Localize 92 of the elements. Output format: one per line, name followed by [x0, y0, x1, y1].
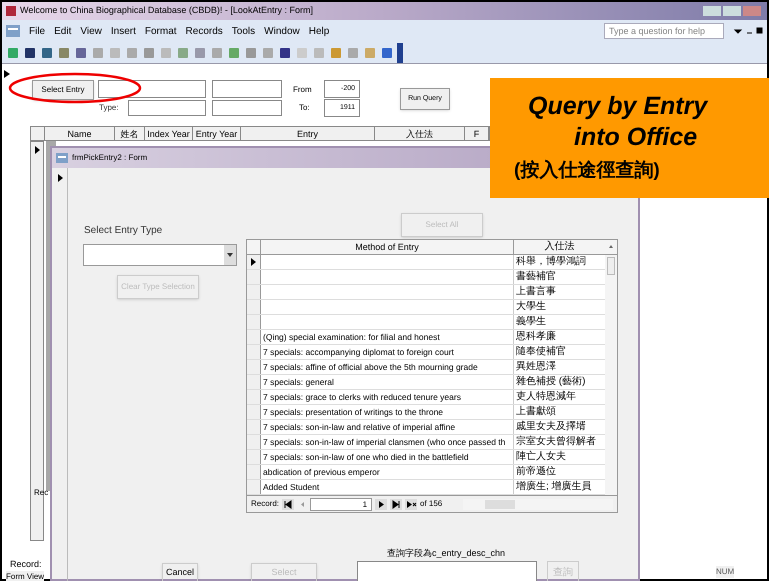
toolbar-icon[interactable]	[23, 46, 37, 60]
menu-item[interactable]: Window	[264, 24, 300, 38]
table-cell-text: 恩科孝廉	[515, 330, 557, 344]
window-controls-icon[interactable]	[733, 26, 763, 36]
toolbar-icon[interactable]	[278, 46, 292, 60]
status-indicator: NUM	[716, 566, 734, 578]
record-number-field[interactable]: 1	[310, 498, 372, 510]
table-cell-text: 吏人特恩減年	[515, 390, 577, 404]
record-count: of 156	[420, 498, 442, 510]
table-cell: 7 specials: presentation of writings to the throne	[261, 405, 514, 419]
vertical-scrollbar[interactable]	[605, 255, 617, 495]
record-label: Record:	[10, 558, 42, 571]
text-field[interactable]	[98, 80, 206, 98]
help-search-field[interactable]: Type a question for help	[604, 23, 724, 39]
dialog-title: frmPickEntry2 : Form	[72, 152, 148, 164]
query-text-field[interactable]	[357, 561, 537, 581]
menu-item[interactable]: Help	[308, 24, 330, 38]
last-record-icon[interactable]	[390, 498, 402, 510]
menu-item[interactable]: File	[29, 24, 46, 38]
row-selector[interactable]	[247, 255, 261, 269]
column-header[interactable]: Method of Entry	[261, 240, 514, 254]
table-cell-text: 雜色補授 (藝術)	[515, 375, 586, 389]
table-cell-text: 陣亡人女夫	[515, 450, 567, 464]
menu-item[interactable]: Edit	[54, 24, 72, 38]
column-header[interactable]: 入仕法	[375, 127, 465, 140]
menu-item[interactable]: Tools	[232, 24, 256, 38]
callout-title: Query by Entry	[527, 90, 710, 122]
current-record-icon	[35, 146, 40, 154]
text-field[interactable]	[128, 100, 206, 116]
column-header[interactable]: Name	[45, 127, 115, 140]
column-header[interactable]: Entry	[241, 127, 375, 140]
table-cell-text: 上書獻頌	[515, 405, 557, 419]
first-record-icon[interactable]	[282, 498, 294, 510]
table-cell-text: 書藝補官	[515, 270, 557, 284]
table-cell: 7 specials: affine of official above the 5th mourning grade	[261, 360, 514, 374]
cancel-button[interactable]: Cancel	[162, 563, 198, 581]
table-cell: 7 specials: son-in-law and relative of imperial affine	[261, 420, 514, 434]
toolbar-icon[interactable]	[380, 46, 394, 60]
menu-item[interactable]: View	[80, 24, 102, 38]
text-field[interactable]	[212, 100, 282, 116]
form-icon	[56, 153, 68, 163]
record-label: Rec	[34, 487, 48, 499]
table-cell-text: 異姓恩澤	[515, 360, 557, 374]
select-entry-type-label: Select Entry Type	[84, 224, 162, 238]
app-icon	[6, 6, 16, 16]
table-cell: (Qing) special examination: for filial and honest	[261, 330, 514, 344]
table-cell-text: 宗室女夫曾得解者	[515, 435, 597, 449]
to-label: To:	[299, 102, 310, 114]
column-header[interactable]: Index Year	[145, 127, 193, 140]
current-record-icon	[58, 174, 63, 182]
column-header[interactable]: 姓名	[115, 127, 145, 140]
entry-type-dropdown[interactable]	[83, 244, 237, 266]
new-record-icon[interactable]	[405, 498, 418, 510]
toolbar-icon[interactable]	[40, 46, 54, 60]
window-title: Welcome to China Biographical Database (CBDB)! - [LookAtEntry : Form]	[20, 4, 313, 18]
table-cell: 7 specials: accompanying diplomat to foreign court	[261, 345, 514, 359]
toolbar-handle[interactable]	[397, 42, 403, 62]
form-icon	[6, 25, 20, 37]
record-label: Record:	[251, 498, 280, 510]
table-cell: Added Student	[261, 480, 514, 494]
table-cell: 7 specials: son-in-law of one who died in the battlefield	[261, 450, 514, 464]
table-cell-text: 大學生	[515, 300, 547, 314]
column-header[interactable]: Entry Year	[193, 127, 241, 140]
record-selector-icon	[4, 70, 10, 78]
callout-subtitle: (按入仕途徑查詢)	[514, 158, 661, 183]
table-cell: 7 specials: general	[261, 375, 514, 389]
from-label: From	[293, 84, 312, 96]
query-field-label: 查詢字段為c_entry_desc_chn	[387, 547, 506, 560]
column-header[interactable]: F	[465, 127, 489, 140]
table-cell-text: 增廣生; 增廣生員	[515, 480, 593, 494]
table-cell: 7 specials: grace to clerks with reduced tenure years	[261, 390, 514, 404]
next-record-icon[interactable]	[375, 498, 388, 510]
table-cell: 7 specials: son-in-law of imperial clansmen (who once passed th	[261, 435, 514, 449]
table-cell-text: 戚里女夫及擇壻	[515, 420, 587, 434]
callout-title: into Office	[573, 122, 698, 153]
menu-item[interactable]: Format	[144, 24, 177, 38]
menu-item[interactable]: Insert	[110, 24, 136, 38]
type-label: Type:	[99, 102, 119, 114]
toolbar-icon[interactable]	[74, 46, 88, 60]
select-entry-button[interactable]: Select Entry	[32, 80, 94, 100]
table-cell-text: 科舉，博學鴻詞	[515, 255, 587, 269]
view-label: Form View	[6, 571, 44, 581]
window-controls-icon	[703, 5, 763, 17]
table-cell-text: 上書言事	[515, 285, 557, 299]
table-cell-text: 義學生	[515, 315, 547, 329]
table-cell: abdication of previous emperor	[261, 465, 514, 479]
table-cell-text: 隨奉使補官	[515, 345, 567, 359]
menu-item[interactable]: Records	[186, 24, 223, 38]
current-record-icon	[251, 258, 256, 266]
column-header[interactable]: 入仕法	[514, 240, 605, 254]
text-field[interactable]	[212, 80, 282, 98]
table-cell-text: 前帝遜位	[515, 465, 557, 479]
